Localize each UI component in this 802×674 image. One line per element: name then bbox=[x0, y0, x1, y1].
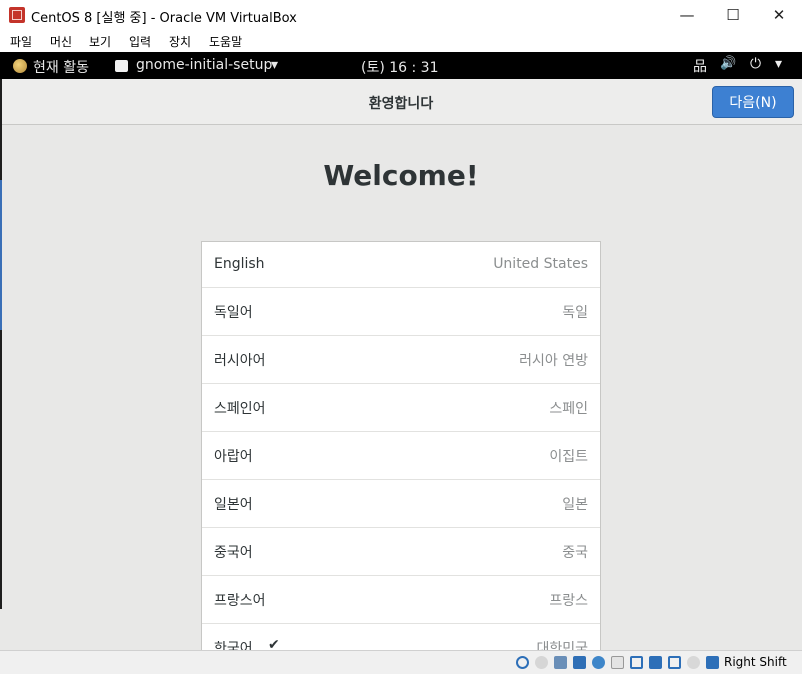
language-name: 중국어 bbox=[214, 545, 253, 561]
welcome-heading: Welcome! bbox=[323, 159, 479, 192]
language-region: 러시아 연방 bbox=[519, 353, 588, 369]
power-icon[interactable]: ⏻ bbox=[750, 56, 761, 72]
display-icon[interactable] bbox=[630, 656, 643, 669]
vm-status-bar: Right Shift bbox=[0, 650, 802, 674]
language-name: 일본어 bbox=[214, 497, 253, 513]
maximize-button[interactable]: ☐ bbox=[710, 0, 756, 30]
app-window-icon bbox=[115, 60, 128, 72]
gnome-top-bar: 현재 활동 gnome-initial-setup ▾ (토) 16 : 31 … bbox=[0, 52, 802, 79]
gnome-foot-icon bbox=[13, 59, 27, 73]
language-region: United States bbox=[493, 256, 588, 272]
language-row-chinese[interactable]: 중국어 중국 bbox=[202, 528, 600, 576]
language-row-english[interactable]: English United States bbox=[202, 242, 600, 288]
system-menu-chevron-down-icon[interactable]: ▾ bbox=[775, 56, 782, 72]
language-region: 대한민국 bbox=[536, 641, 588, 650]
initial-setup-window: 환영합니다 다음(N) Welcome! English United Stat… bbox=[0, 79, 802, 650]
window-title: CentOS 8 [실행 중] - Oracle VM VirtualBox bbox=[31, 11, 297, 26]
menu-help[interactable]: 도움말 bbox=[209, 33, 242, 50]
header-bar: 환영합니다 다음(N) bbox=[0, 79, 802, 125]
audio-icon[interactable] bbox=[554, 656, 567, 669]
keyboard-icon[interactable] bbox=[706, 656, 719, 669]
language-region: 프랑스 bbox=[549, 593, 588, 609]
header-title: 환영합니다 bbox=[368, 96, 434, 112]
hdd-icon[interactable] bbox=[516, 656, 529, 669]
menu-machine[interactable]: 머신 bbox=[50, 33, 72, 50]
language-row-french[interactable]: 프랑스어 프랑스 bbox=[202, 576, 600, 624]
language-row-german[interactable]: 독일어 독일 bbox=[202, 288, 600, 336]
language-row-arabic[interactable]: 아랍어 이집트 bbox=[202, 432, 600, 480]
language-name: 아랍어 bbox=[214, 449, 253, 465]
menu-file[interactable]: 파일 bbox=[10, 33, 32, 50]
host-window-edge bbox=[0, 79, 2, 609]
language-name: 프랑스어 bbox=[214, 593, 266, 609]
shared-folder-icon[interactable] bbox=[611, 656, 624, 669]
language-region: 독일 bbox=[562, 305, 588, 321]
selected-check-icon: ✔ bbox=[268, 637, 280, 650]
language-row-spanish[interactable]: 스페인어 스페인 bbox=[202, 384, 600, 432]
next-button[interactable]: 다음(N) bbox=[712, 86, 794, 118]
network-icon[interactable]: 品 bbox=[693, 56, 707, 76]
language-row-korean[interactable]: 한국어 ✔ 대한민국 bbox=[202, 624, 600, 650]
language-name: 스페인어 bbox=[214, 401, 266, 417]
activities-button[interactable]: 현재 활동 bbox=[33, 57, 89, 77]
mouse-icon[interactable] bbox=[687, 656, 700, 669]
recording-icon[interactable] bbox=[649, 656, 662, 669]
network-icon[interactable] bbox=[573, 656, 586, 669]
virtualbox-app-icon bbox=[9, 7, 25, 23]
language-region: 이집트 bbox=[549, 449, 588, 465]
menu-view[interactable]: 보기 bbox=[89, 33, 111, 50]
menu-devices[interactable]: 장치 bbox=[169, 33, 191, 50]
language-name: 한국어 bbox=[214, 641, 253, 650]
window-titlebar: CentOS 8 [실행 중] - Oracle VM VirtualBox —… bbox=[0, 0, 802, 30]
clock[interactable]: (토) 16 : 31 bbox=[361, 57, 439, 77]
minimize-button[interactable]: — bbox=[664, 0, 710, 30]
host-window-edge-highlight bbox=[0, 180, 2, 330]
language-name: 러시아어 bbox=[214, 353, 266, 369]
app-menu-label[interactable]: gnome-initial-setup bbox=[136, 57, 272, 73]
language-list: English United States 독일어 독일 러시아어 러시아 연방… bbox=[201, 241, 601, 650]
cpu-icon[interactable] bbox=[668, 656, 681, 669]
menu-input[interactable]: 입력 bbox=[129, 33, 151, 50]
language-name: 독일어 bbox=[214, 305, 253, 321]
language-region: 중국 bbox=[562, 545, 588, 561]
optical-icon[interactable] bbox=[535, 656, 548, 669]
usb-icon[interactable] bbox=[592, 656, 605, 669]
language-region: 스페인 bbox=[549, 401, 588, 417]
close-button[interactable]: ✕ bbox=[756, 0, 802, 30]
language-row-japanese[interactable]: 일본어 일본 bbox=[202, 480, 600, 528]
menubar: 파일 머신 보기 입력 장치 도움말 bbox=[0, 30, 802, 52]
host-key-label: Right Shift bbox=[724, 655, 787, 669]
language-row-russian[interactable]: 러시아어 러시아 연방 bbox=[202, 336, 600, 384]
app-menu-chevron-down-icon[interactable]: ▾ bbox=[271, 57, 278, 73]
language-region: 일본 bbox=[562, 497, 588, 513]
volume-icon[interactable]: 🔊 bbox=[720, 56, 736, 71]
language-name: English bbox=[214, 256, 265, 272]
